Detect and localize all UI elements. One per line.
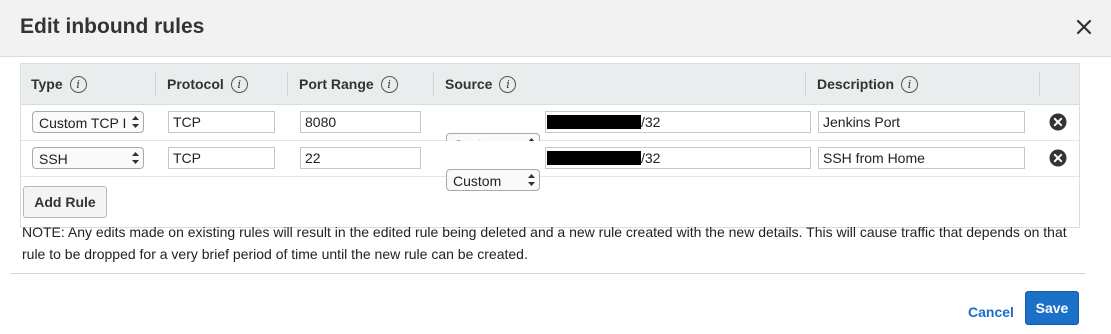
footer-divider [10,273,1085,274]
add-rule-button[interactable]: Add Rule [23,186,107,218]
dialog-title: Edit inbound rules [20,15,205,38]
info-icon[interactable]: i [901,75,919,93]
remove-rule-icon[interactable] [1049,149,1067,167]
source-cidr-suffix: /32 [641,114,661,130]
header-description: Description i [817,64,919,104]
info-icon[interactable]: i [69,75,87,93]
type-select-value: SSH [39,151,68,167]
source-cidr-suffix: /32 [641,150,661,166]
table-row: SSH TCP 22 Custom /32 SSH from Home [21,141,1079,191]
redacted-ip [547,151,641,166]
protocol-field[interactable]: TCP [168,111,275,133]
column-divider [287,72,288,96]
select-arrows-icon [132,116,139,128]
header-port-range-label: Port Range [299,76,374,92]
header-source-label: Source [445,76,493,92]
table-row: Custom TCP I TCP 8080 Custom /32 Jenkins… [21,105,1079,155]
dialog-header: Edit inbound rules [0,0,1111,57]
info-icon[interactable]: i [230,75,248,93]
header-port-range: Port Range i [299,64,398,104]
redacted-ip [547,115,641,130]
description-input[interactable]: SSH from Home [818,147,1025,169]
header-description-label: Description [817,76,895,92]
port-range-input[interactable]: 22 [300,147,421,169]
remove-rule-icon[interactable] [1049,113,1067,131]
cancel-button[interactable]: Cancel [968,304,1014,320]
source-cidr-input[interactable]: /32 [545,111,811,133]
column-divider [1039,72,1040,96]
table-header: Type i Protocol i Port Range i Source i Desc… [21,63,1079,105]
type-select[interactable]: Custom TCP I [32,111,144,133]
type-select-value: Custom TCP I [39,115,127,131]
save-button[interactable]: Save [1025,291,1079,325]
description-input[interactable]: Jenkins Port [818,111,1025,133]
header-source: Source i [445,64,517,104]
protocol-field[interactable]: TCP [168,147,275,169]
type-select[interactable]: SSH [32,147,144,169]
add-rule-area: Add Rule [21,177,1079,227]
column-divider [805,72,806,96]
header-type-label: Type [31,76,63,92]
header-type: Type i [31,64,87,104]
info-icon[interactable]: i [380,75,398,93]
rules-table: Type i Protocol i Port Range i Source i Desc… [20,63,1080,228]
close-icon[interactable] [1073,16,1095,38]
select-arrows-icon [132,152,139,164]
info-icon[interactable]: i [499,75,517,93]
header-protocol-label: Protocol [167,76,224,92]
column-divider [433,72,434,96]
port-range-input[interactable]: 8080 [300,111,421,133]
source-cidr-input[interactable]: /32 [545,147,811,169]
column-divider [155,72,156,96]
edit-warning-note: NOTE: Any edits made on existing rules w… [22,224,1067,262]
header-protocol: Protocol i [167,64,248,104]
